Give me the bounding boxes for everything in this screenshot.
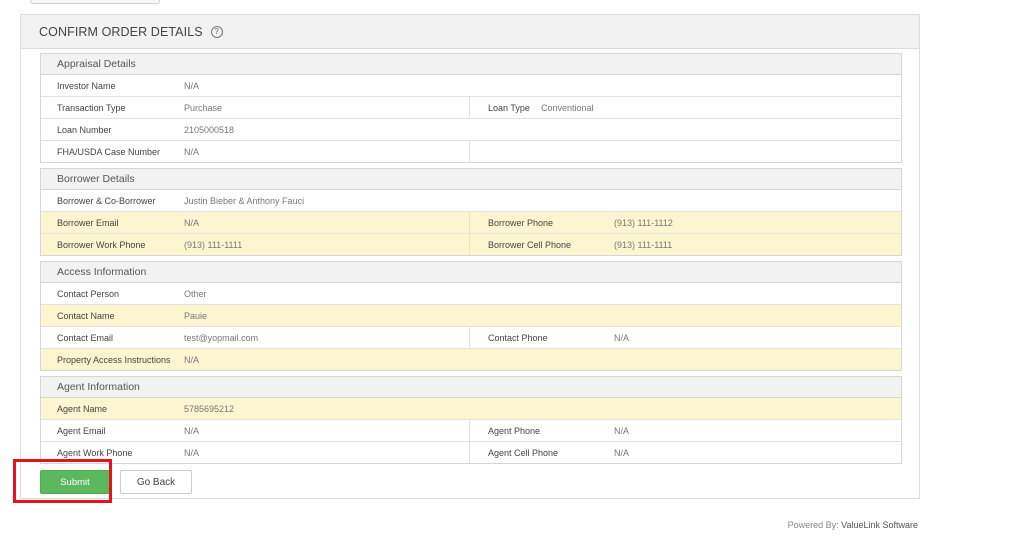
investor-name-value: N/A	[184, 80, 200, 91]
agent-information-section: Agent Information Agent Name 5785695212 A…	[40, 376, 902, 464]
borrower-phone-label: Borrower Phone	[488, 217, 554, 228]
table-row: Investor Name N/A	[41, 75, 901, 97]
appraisal-details-section: Appraisal Details Investor Name N/A Trans…	[40, 53, 902, 163]
contact-person-label: Contact Person	[57, 288, 120, 299]
confirm-order-panel: CONFIRM ORDER DETAILS ? Appraisal Detail…	[20, 14, 920, 499]
table-row: Property Access Instructions N/A	[41, 349, 901, 370]
access-instructions-value: N/A	[184, 354, 200, 365]
table-row: Contact Email test@yopmail.com Contact Ph…	[41, 327, 901, 349]
case-number-value: N/A	[184, 146, 200, 157]
borrower-names-value: Justin Bieber & Anthony Fauci	[184, 195, 305, 206]
table-row: Borrower & Co-Borrower Justin Bieber & An…	[41, 190, 901, 212]
agent-name-value: 5785695212	[184, 403, 235, 414]
page-title: CONFIRM ORDER DETAILS	[39, 24, 203, 39]
loan-number-value: 2105000518	[184, 124, 235, 135]
access-instructions-label: Property Access Instructions	[57, 354, 171, 365]
borrower-cell-phone-label: Borrower Cell Phone	[488, 239, 572, 250]
agent-email-label: Agent Email	[57, 425, 106, 436]
table-row: Borrower Email N/A Borrower Phone (913) 11…	[41, 212, 901, 234]
table-row: FHA/USDA Case Number N/A	[41, 141, 901, 162]
section-title: Access Information	[41, 262, 901, 283]
panel-header: CONFIRM ORDER DETAILS ?	[21, 15, 919, 49]
contact-name-value: Pauie	[184, 310, 208, 321]
section-title: Borrower Details	[41, 169, 901, 190]
contact-email-value: test@yopmail.com	[184, 332, 259, 343]
borrower-names-label: Borrower & Co-Borrower	[57, 195, 156, 206]
contact-person-value: Other	[184, 288, 207, 299]
agent-phone-value: N/A	[614, 425, 630, 436]
agent-name-label: Agent Name	[57, 403, 108, 414]
annotation-highlight-box	[13, 459, 112, 503]
table-row: Agent Name 5785695212	[41, 398, 901, 420]
loan-type-label: Loan Type	[488, 102, 530, 113]
borrower-phone-value: (913) 111-1112	[614, 217, 673, 228]
table-row: Contact Name Pauie	[41, 305, 901, 327]
loan-number-label: Loan Number	[57, 124, 112, 135]
agent-work-phone-value: N/A	[184, 447, 200, 458]
table-row: Agent Email N/A Agent Phone N/A	[41, 420, 901, 442]
agent-work-phone-label: Agent Work Phone	[57, 447, 133, 458]
borrower-email-value: N/A	[184, 217, 200, 228]
borrower-details-section: Borrower Details Borrower & Co-Borrower J…	[40, 168, 902, 256]
footer-brand[interactable]: ValueLink Software	[841, 520, 918, 530]
borrower-email-label: Borrower Email	[57, 217, 119, 228]
footer-credit: Powered By: ValueLink Software	[788, 520, 918, 530]
table-row: Borrower Work Phone (913) 111-1111 Borrow…	[41, 234, 901, 255]
table-row: Transaction Type Purchase Loan Type Conven…	[41, 97, 901, 119]
transaction-type-label: Transaction Type	[57, 102, 126, 113]
help-icon[interactable]: ?	[210, 25, 223, 38]
borrower-cell-phone-value: (913) 111-1111	[614, 239, 673, 250]
borrower-work-phone-value: (913) 111-1111	[184, 239, 243, 250]
section-title: Appraisal Details	[41, 54, 901, 75]
case-number-label: FHA/USDA Case Number	[57, 146, 161, 157]
agent-cell-phone-value: N/A	[614, 447, 630, 458]
top-tab-remnant	[30, 0, 160, 4]
contact-phone-label: Contact Phone	[488, 332, 548, 343]
loan-type-value: Conventional	[541, 102, 594, 113]
footer-prefix: Powered By:	[787, 520, 839, 530]
borrower-work-phone-label: Borrower Work Phone	[57, 239, 146, 250]
agent-email-value: N/A	[184, 425, 200, 436]
contact-email-label: Contact Email	[57, 332, 114, 343]
contact-phone-value: N/A	[614, 332, 630, 343]
agent-cell-phone-label: Agent Cell Phone	[488, 447, 559, 458]
contact-name-label: Contact Name	[57, 310, 115, 321]
transaction-type-value: Purchase	[184, 102, 223, 113]
go-back-button[interactable]: Go Back	[120, 470, 192, 494]
table-row: Contact Person Other	[41, 283, 901, 305]
access-information-section: Access Information Contact Person Other C…	[40, 261, 902, 371]
section-title: Agent Information	[41, 377, 901, 398]
investor-name-label: Investor Name	[57, 80, 116, 91]
table-row: Loan Number 2105000518	[41, 119, 901, 141]
agent-phone-label: Agent Phone	[488, 425, 541, 436]
table-row: Agent Work Phone N/A Agent Cell Phone N/A	[41, 442, 901, 463]
